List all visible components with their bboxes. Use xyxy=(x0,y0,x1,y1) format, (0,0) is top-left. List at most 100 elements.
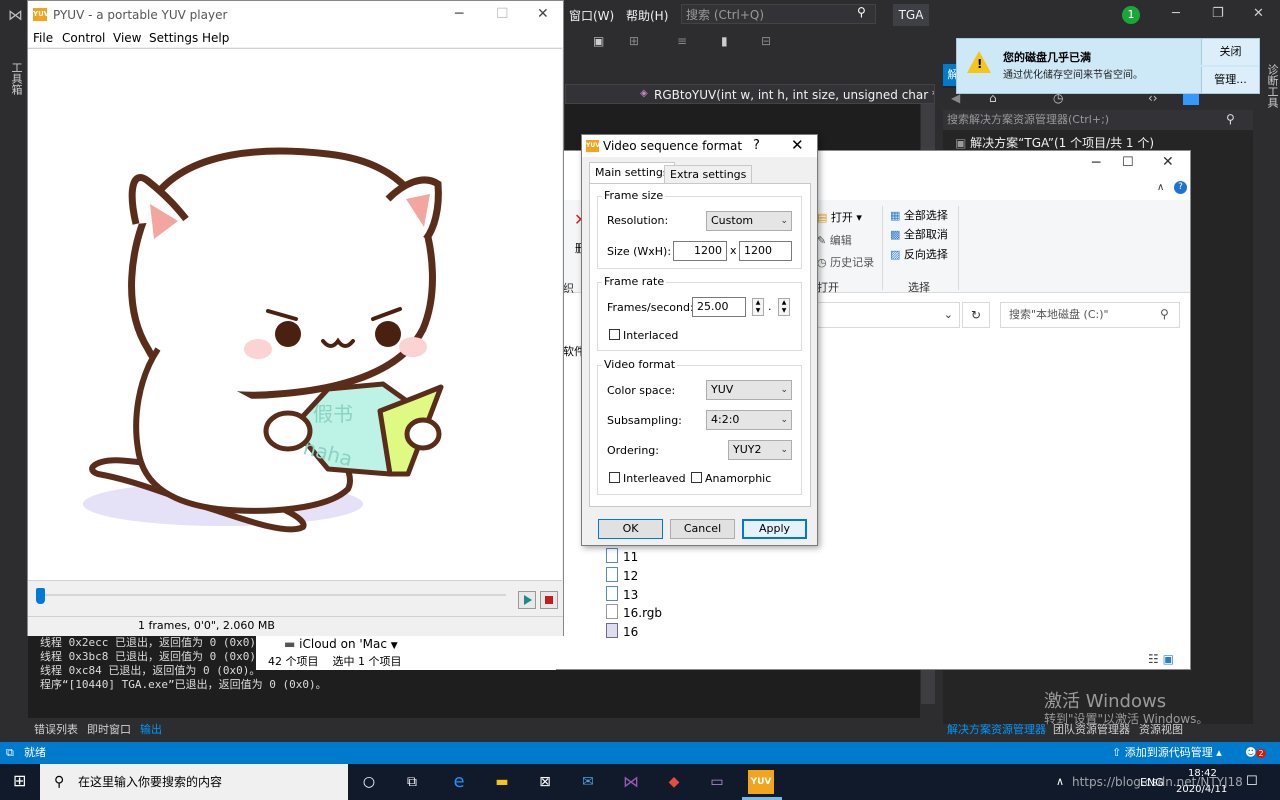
vs-search-box[interactable]: 搜索 (Ctrl+Q) xyxy=(681,4,876,24)
toolbar-icon[interactable]: ⊞ xyxy=(629,34,639,48)
subsampling-select[interactable]: 4:2:0 ⌄ xyxy=(706,410,792,430)
fps-input[interactable]: 25.00 xyxy=(692,297,746,317)
ribbon-collapse-icon[interactable]: ∧ xyxy=(1157,182,1164,193)
width-input[interactable]: 1200 xyxy=(673,241,727,261)
diagnostics-tab[interactable]: 诊断工具 xyxy=(1253,64,1280,724)
cortana-icon[interactable]: ○ xyxy=(356,770,382,794)
ribbon-select-all[interactable]: ▦ 全部选择 xyxy=(890,207,948,223)
nav-icloud[interactable]: ▬ iCloud on 'Mac ▼ xyxy=(284,637,398,651)
vs-restore-icon[interactable]: ❐ xyxy=(1212,6,1224,21)
file-item[interactable]: 16 xyxy=(606,623,638,639)
large-icons-view-icon[interactable]: ▣ xyxy=(1163,652,1174,666)
ribbon-history-button[interactable]: ◷ 历史记录 xyxy=(817,254,874,270)
ribbon-edit-button[interactable]: ✎ 编辑 xyxy=(817,232,852,248)
file-item[interactable]: 16.rgb xyxy=(606,604,662,620)
ribbon-invert-selection[interactable]: ▨ 反向选择 xyxy=(890,246,948,262)
vs-menu-help[interactable]: 帮助(H) xyxy=(626,7,668,24)
toolbar-icon[interactable]: ⊟ xyxy=(761,34,771,48)
input-language[interactable]: ENG xyxy=(1140,776,1164,789)
toast-manage-button[interactable]: 管理... xyxy=(1201,67,1259,93)
vs-close-icon[interactable]: ✕ xyxy=(1253,6,1264,21)
fps-decimal-spinner[interactable]: ▲ ▼ xyxy=(778,298,790,316)
tab-main-settings[interactable]: Main settings xyxy=(589,162,675,184)
action-center-icon[interactable]: ☐ xyxy=(1246,774,1258,789)
explorer-minimize-icon[interactable]: ─ xyxy=(1092,155,1100,171)
resolution-select[interactable]: Custom ⌄ xyxy=(706,211,792,231)
cancel-button[interactable]: Cancel xyxy=(670,519,735,539)
refresh-icon[interactable]: ↻ xyxy=(962,302,990,328)
task-view-icon[interactable]: ⧉ xyxy=(399,770,425,794)
pyuv-close-icon[interactable]: ✕ xyxy=(537,6,549,22)
help-icon[interactable]: ? xyxy=(1174,181,1187,194)
tab-extra-settings[interactable]: Extra settings xyxy=(664,165,753,183)
menu-file[interactable]: File xyxy=(33,31,53,45)
file-item[interactable]: 13 xyxy=(606,586,638,602)
details-view-icon[interactable]: ☷ xyxy=(1148,652,1159,666)
menu-view[interactable]: View xyxy=(113,31,141,45)
vs-menu-window[interactable]: 窗口(W) xyxy=(569,7,614,24)
color-space-select[interactable]: YUV ⌄ xyxy=(706,380,792,400)
explorer-close-icon[interactable]: ✕ xyxy=(1162,154,1174,170)
ok-button[interactable]: OK xyxy=(598,519,663,539)
ribbon-open-button[interactable]: ▤ 打开 ▾ xyxy=(817,209,862,225)
visual-studio-icon[interactable]: ⋈ xyxy=(618,770,644,794)
anamorphic-checkbox[interactable] xyxy=(691,472,702,483)
pyuv-minimize-icon[interactable]: ─ xyxy=(455,6,463,22)
pyuv-taskbar-icon[interactable]: YUV xyxy=(748,770,774,794)
vs-project-badge[interactable]: TGA xyxy=(893,4,929,26)
solution-root-node[interactable]: ▣ 解决方案“TGA”(1 个项目/共 1 个) xyxy=(955,134,1154,151)
stop-button[interactable] xyxy=(540,591,558,609)
fps-spinner[interactable]: ▲ ▼ xyxy=(752,298,764,316)
menu-settings[interactable]: Settings xyxy=(149,31,198,45)
pyuv-seek-track[interactable] xyxy=(40,594,506,596)
tab-error-list[interactable]: 错误列表 xyxy=(34,721,78,737)
toolbox-tab[interactable]: 工具箱 xyxy=(8,62,24,95)
paint-icon[interactable]: ◆ xyxy=(661,770,687,794)
store-icon[interactable]: ⊠ xyxy=(532,770,558,794)
file-item[interactable]: 11 xyxy=(606,548,638,564)
search-icon: ⚲ xyxy=(1226,112,1235,126)
mail-icon[interactable]: ✉ xyxy=(575,770,601,794)
tab-solution-explorer[interactable]: 解决方案资源管理器 xyxy=(947,721,1046,737)
apply-button[interactable]: Apply xyxy=(742,519,807,539)
edge-icon[interactable]: e xyxy=(446,770,472,794)
tab-immediate-window[interactable]: 即时窗口 xyxy=(87,721,131,737)
play-button[interactable] xyxy=(518,591,536,609)
clock-date[interactable]: 2020/4/11 xyxy=(1176,784,1227,795)
pyuv-seek-thumb[interactable] xyxy=(36,588,45,604)
pyuv-status-text: 1 frames, 0'0", 2.060 MB xyxy=(138,619,275,632)
explorer-search-input[interactable]: 搜索"本地磁盘 (C:)" xyxy=(1000,302,1180,328)
anamorphic-label: Anamorphic xyxy=(705,472,772,485)
dialog-close-icon[interactable]: ✕ xyxy=(791,136,804,154)
menu-help[interactable]: Help xyxy=(202,31,229,45)
taskbar-search-input[interactable]: 在这里输入你要搜索的内容 xyxy=(40,764,348,800)
height-input[interactable]: 1200 xyxy=(739,241,792,261)
menu-control[interactable]: Control xyxy=(62,31,105,45)
vs-function-navigator[interactable]: RGBtoYUV(int w, int h, int size, unsigne… xyxy=(565,84,935,104)
interlaced-checkbox[interactable] xyxy=(609,329,620,340)
source-control-button[interactable]: ⇧ 添加到源代码管理 ▴ xyxy=(1112,742,1222,764)
explorer-maximize-icon[interactable]: ☐ xyxy=(1122,155,1134,170)
ribbon-edit-label: 编辑 xyxy=(829,234,852,247)
terminal-icon[interactable]: ▭ xyxy=(704,770,730,794)
explorer-address-bar[interactable]: ⌄ xyxy=(800,302,960,328)
file-explorer-icon[interactable]: ▬ xyxy=(489,770,515,794)
toolbar-icon[interactable]: ▣ xyxy=(593,34,604,48)
ribbon-select-none[interactable]: ▩ 全部取消 xyxy=(890,226,948,242)
toast-close-button[interactable]: 关闭 xyxy=(1201,39,1259,65)
tray-chevron-icon[interactable]: ∧ xyxy=(1056,775,1064,788)
windows-start-icon[interactable]: ⊞ xyxy=(13,773,26,789)
vs-notification-badge[interactable]: 1 xyxy=(1122,6,1140,24)
clock-time[interactable]: 18:42 xyxy=(1188,768,1217,779)
dialog-help-button[interactable]: ? xyxy=(753,138,760,153)
status-notification[interactable]: ☻ 2 xyxy=(1245,742,1266,765)
ordering-select[interactable]: YUY2 ⌄ xyxy=(728,440,792,460)
interleaved-checkbox[interactable] xyxy=(609,472,620,483)
solution-search-input[interactable]: 搜索解决方案资源管理器(Ctrl+;) xyxy=(943,110,1253,130)
bookmark-icon[interactable]: ▮ xyxy=(721,34,728,48)
toolbar-icon[interactable]: ≡ xyxy=(677,34,687,48)
tab-output[interactable]: 输出 xyxy=(140,721,162,737)
ribbon-history-label: 历史记录 xyxy=(830,256,875,269)
file-item[interactable]: 12 xyxy=(606,567,638,583)
vs-minimize-icon[interactable]: ─ xyxy=(1172,6,1180,21)
